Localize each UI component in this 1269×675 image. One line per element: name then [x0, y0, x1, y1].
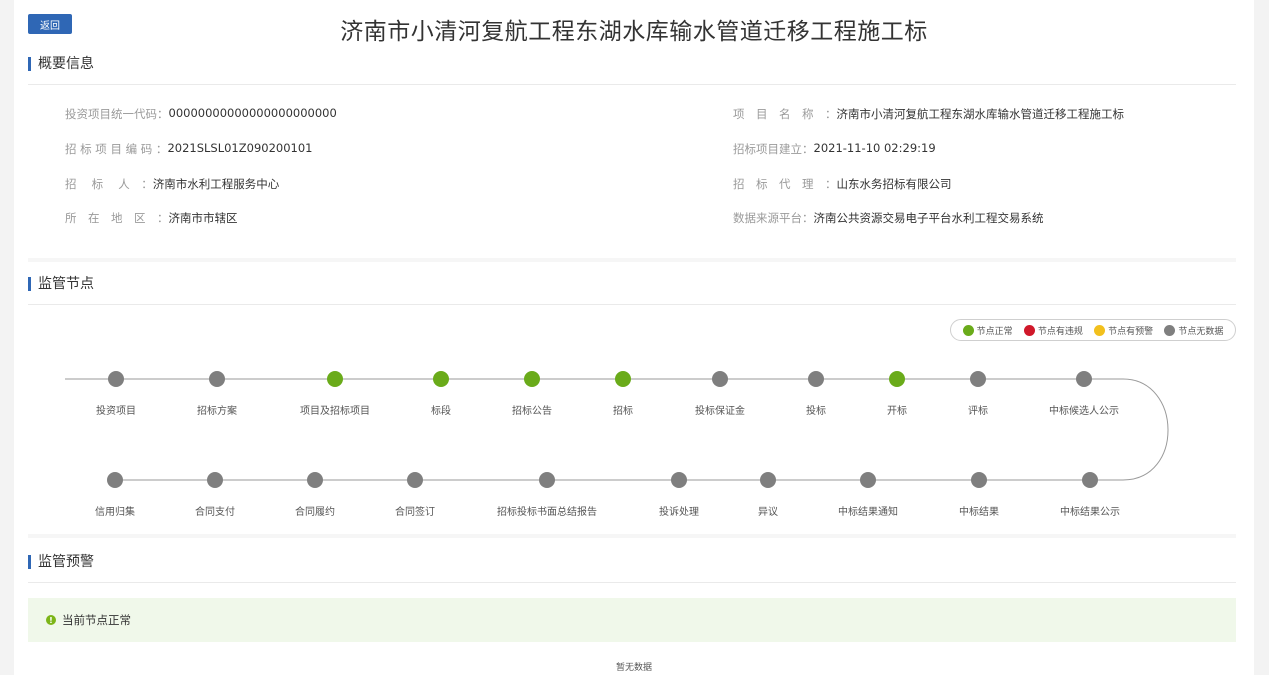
warning-section-title: 监管预警 — [28, 554, 94, 570]
section-gap — [28, 258, 1236, 262]
legend-dot-icon — [1094, 324, 1106, 336]
legend-dot-icon — [962, 324, 974, 336]
info-icon: ! — [46, 615, 56, 625]
flow-node-dot[interactable] — [524, 371, 540, 387]
flow-node-label[interactable]: 合同履约 — [295, 503, 335, 518]
warning-divider — [28, 582, 1236, 583]
flow-node-dot[interactable] — [971, 472, 987, 488]
flow-node-dot[interactable] — [970, 371, 986, 387]
flow-node-label[interactable]: 异议 — [758, 503, 778, 518]
info-row: 招 标 项 目 编 码 ： 2021SLSL01Z090200101 — [65, 141, 312, 157]
flow-node-dot[interactable] — [889, 371, 905, 387]
flow-node-dot[interactable] — [615, 371, 631, 387]
flow-node-dot[interactable] — [671, 472, 687, 488]
page-title: 济南市小清河复航工程东湖水库输水管道迁移工程施工标 — [340, 19, 928, 45]
empty-data-text: 暂无数据 — [615, 663, 652, 673]
alert-box: ! 当前节点正常 — [28, 598, 1236, 642]
flow-node-label[interactable]: 标段 — [431, 402, 451, 417]
info-value: 00000000000000000000000 — [168, 106, 337, 120]
flow-node-dot[interactable] — [860, 472, 876, 488]
info-value: 2021SLSL01Z090200101 — [167, 141, 313, 155]
flow-node-label[interactable]: 招标 — [613, 402, 633, 417]
info-label: 项 目 名 称 ： — [733, 107, 837, 121]
overview-section-title: 概要信息 — [28, 56, 94, 72]
info-label: 所 在 地 区 ： — [65, 211, 169, 225]
flow-node-label[interactable]: 中标结果 — [959, 503, 999, 518]
flow-node-label[interactable]: 投标 — [806, 402, 826, 417]
flow-node-label[interactable]: 中标结果公示 — [1060, 503, 1120, 518]
flow-node-dot[interactable] — [307, 472, 323, 488]
flow-node-dot[interactable] — [433, 371, 449, 387]
info-label: 招 标 代 理 ： — [733, 177, 837, 191]
flow-node-label[interactable]: 评标 — [968, 402, 988, 417]
info-row: 数据来源平台： 济南公共资源交易电子平台水利工程交易系统 — [733, 210, 1044, 226]
legend-label: 节点无数据 — [1178, 326, 1224, 337]
flow-node-dot[interactable] — [1082, 472, 1098, 488]
legend-item: 节点正常 — [962, 324, 1013, 337]
info-label: 招 标 人 ： — [65, 177, 153, 191]
flow-node-dot[interactable] — [760, 472, 776, 488]
legend-label: 节点正常 — [976, 326, 1013, 337]
info-row: 招标项目建立： 2021-11-10 02:29:19 — [733, 141, 936, 157]
info-row: 招 标 人 ：济南市水利工程服务中心 — [65, 176, 279, 192]
info-label: 招 标 项 目 编 码 ： — [65, 142, 168, 156]
flow-node-dot[interactable] — [712, 371, 728, 387]
flow-curve — [1122, 378, 1169, 481]
flow-node-label[interactable]: 项目及招标项目 — [300, 402, 370, 417]
flow-node-dot[interactable] — [1076, 371, 1092, 387]
flow-node-dot[interactable] — [209, 371, 225, 387]
page-container: 返回 济南市小清河复航工程东湖水库输水管道迁移工程施工标 概要信息 投资项目统一… — [14, 0, 1254, 675]
flow-node-label[interactable]: 中标结果通知 — [838, 503, 898, 518]
flow-node-dot[interactable] — [327, 371, 343, 387]
legend-label: 节点有预警 — [1108, 326, 1154, 337]
info-value: 2021-11-10 02:29:19 — [813, 141, 936, 155]
info-value: 济南公共资源交易电子平台水利工程交易系统 — [813, 211, 1044, 225]
flow-node-label[interactable]: 投诉处理 — [659, 503, 699, 518]
legend-dot-icon — [1164, 324, 1176, 336]
info-value: 济南市小清河复航工程东湖水库输水管道迁移工程施工标 — [836, 107, 1125, 121]
flow-node-dot[interactable] — [539, 472, 555, 488]
nodes-section-title: 监管节点 — [28, 276, 94, 292]
node-status-legend: 节点正常 节点有违规 节点有预警 节点无数据 — [950, 319, 1236, 341]
legend-label: 节点有违规 — [1037, 326, 1083, 337]
flow-node-label[interactable]: 投标保证金 — [695, 402, 745, 417]
info-row: 投资项目统一代码： 00000000000000000000000 — [65, 106, 337, 122]
info-value: 济南市水利工程服务中心 — [152, 177, 280, 191]
info-label: 招标项目建立： — [733, 142, 814, 156]
flow-node-label[interactable]: 投资项目 — [96, 402, 136, 417]
flow-node-label[interactable]: 招标公告 — [512, 402, 552, 417]
info-row: 项 目 名 称 ：济南市小清河复航工程东湖水库输水管道迁移工程施工标 — [733, 106, 1124, 122]
alert-text: 当前节点正常 — [62, 613, 131, 627]
info-value: 济南市市辖区 — [168, 211, 238, 225]
legend-item: 节点有违规 — [1023, 324, 1083, 337]
flow-node-label[interactable]: 合同签订 — [395, 503, 435, 518]
flow-node-label[interactable]: 招标投标书面总结报告 — [497, 503, 597, 518]
flow-node-dot[interactable] — [107, 472, 123, 488]
overview-divider — [28, 84, 1236, 85]
flow-node-dot[interactable] — [407, 472, 423, 488]
flow-node-label[interactable]: 合同支付 — [195, 503, 235, 518]
info-value: 山东水务招标有限公司 — [836, 177, 952, 191]
section-gap-2 — [28, 534, 1236, 538]
legend-item: 节点无数据 — [1164, 324, 1223, 337]
flow-node-dot[interactable] — [808, 371, 824, 387]
flow-node-dot[interactable] — [108, 371, 124, 387]
flow-node-dot[interactable] — [207, 472, 223, 488]
info-label: 投资项目统一代码： — [65, 107, 169, 121]
info-row: 招 标 代 理 ：山东水务招标有限公司 — [733, 176, 952, 192]
nodes-divider — [28, 304, 1236, 305]
flow-node-label[interactable]: 信用归集 — [95, 503, 135, 518]
flow-node-label[interactable]: 开标 — [887, 402, 907, 417]
legend-dot-icon — [1023, 324, 1035, 336]
flow-node-label[interactable]: 中标候选人公示 — [1049, 402, 1119, 417]
flow-node-label[interactable]: 招标方案 — [197, 402, 237, 417]
legend-item: 节点有预警 — [1094, 324, 1153, 337]
flow-track — [65, 378, 1169, 481]
info-row: 所 在 地 区 ：济南市市辖区 — [65, 210, 238, 226]
info-label: 数据来源平台： — [733, 211, 814, 225]
